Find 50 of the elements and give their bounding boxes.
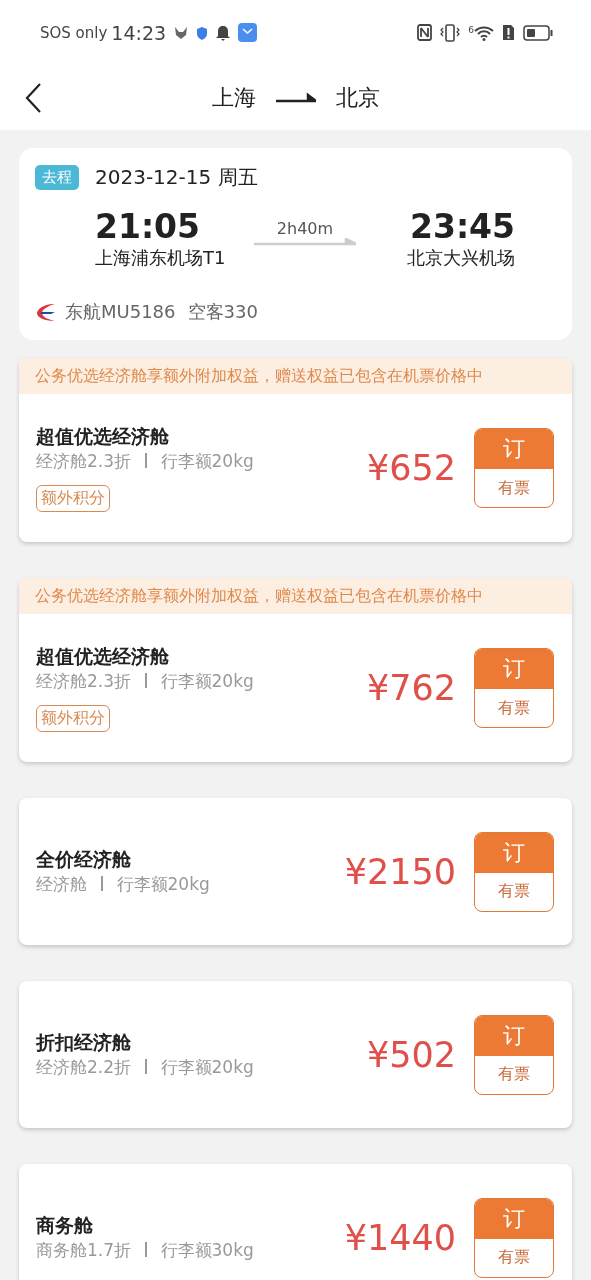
points-badge: 额外积分 [36,485,110,512]
departure-airport: 上海浦东机场T1 [95,246,226,270]
flight-duration: 2h40m [276,219,334,238]
fare-details: 经济舱2.3折 行李额20kg [36,670,254,693]
duration-arrow-icon [254,238,356,246]
fare-price: ¥502 [366,1034,456,1075]
sim-alert-icon [502,24,515,41]
clock: 14:23 [111,21,167,44]
book-button[interactable]: 订 有票 [474,831,554,912]
app-icon [238,23,258,42]
bell-icon [216,24,231,41]
flight-number: 东航MU5186 [65,300,176,324]
network-type-label: 6 [468,24,474,35]
fare-details: 经济舱2.3折 行李额20kg [36,450,254,473]
fare-notice: 公务优选经济舱享额外附加权益，赠送权益已包含在机票价格中 [19,578,572,614]
vibrate-icon [440,23,461,42]
shield-icon [196,25,209,40]
origin-city: 上海 [211,83,256,112]
fare-details: 经济舱 行李额20kg [36,873,210,896]
fare-price: ¥762 [366,668,456,708]
cabin-name: 全价经济舱 [36,847,132,872]
battery-icon [523,24,553,41]
book-button[interactable]: 订 有票 [474,648,554,728]
back-chevron-icon [24,82,42,114]
trip-tag: 去程 [35,165,79,190]
cabin-name: 超值优选经济舱 [36,644,170,669]
points-badge: 额外积分 [36,705,110,732]
fare-price: ¥1440 [344,1217,456,1258]
fare-notice: 公务优选经济舱享额外附加权益，赠送权益已包含在机票价格中 [19,358,572,394]
airline-logo-icon [35,301,57,323]
destination-city: 北京 [335,83,380,112]
fare-price: ¥652 [366,448,456,488]
cabin-name: 折扣经济舱 [36,1030,132,1055]
fare-details: 经济舱2.2折 行李额20kg [36,1056,254,1079]
carrier-text: SOS only [40,23,108,42]
wifi-icon [474,24,494,41]
book-button[interactable]: 订 有票 [474,428,554,508]
book-button[interactable]: 订 有票 [474,1014,554,1095]
flight-date: 2023-12-15 周五 [95,164,258,191]
arrival-time: 23:45 [409,207,515,246]
arrival-airport: 北京大兴机场 [407,246,515,270]
aircraft-type: 空客330 [187,300,258,324]
fare-price: ¥2150 [344,851,456,892]
arrow-icon [275,91,316,104]
departure-time: 21:05 [95,207,201,246]
fare-details: 商务舱1.7折 行李额30kg [36,1239,254,1262]
cabin-name: 超值优选经济舱 [36,424,170,449]
cabin-name: 商务舱 [36,1213,94,1238]
book-button[interactable]: 订 有票 [474,1197,554,1278]
nfc-icon [417,24,433,41]
